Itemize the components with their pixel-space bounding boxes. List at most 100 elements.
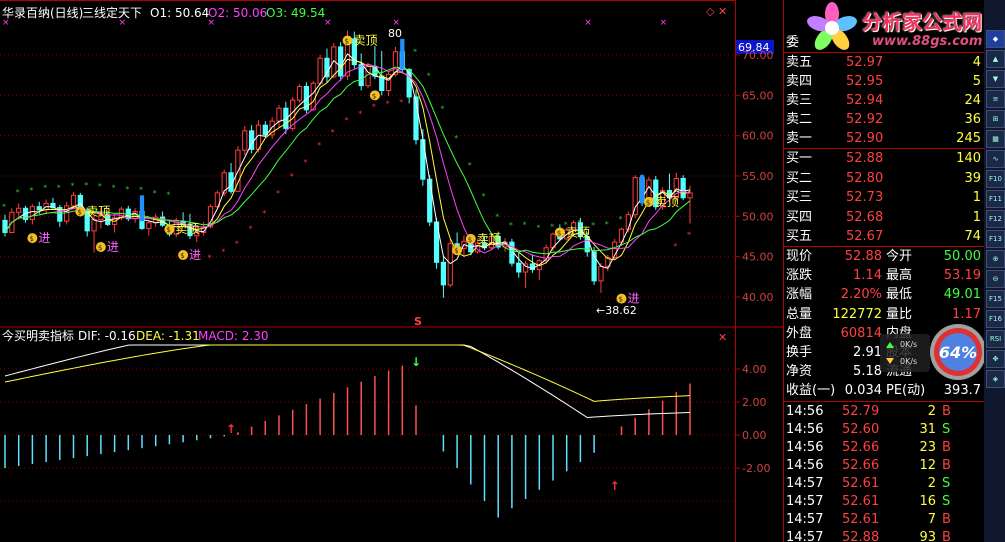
toolbar-button[interactable]: ◈ [986,370,1005,388]
tick-volume: 93 [919,530,936,542]
tick-time: 14:56 [786,422,824,437]
tick-time: 14:57 [786,512,824,527]
stat-label: 最高 [886,268,913,284]
bid-label: 买五 [786,229,813,244]
ask-row: 卖一 52.90 245 [784,130,984,148]
candle-body [242,130,248,151]
tick-row: 14:57 52.88 93 B [784,529,984,542]
ask-price: 52.95 [846,74,884,89]
download-speed: 0K/s [900,357,918,366]
tick-side: B [942,458,951,473]
tick-price: 52.88 [842,530,880,542]
net-speed-widget[interactable]: 0K/s 0K/s [880,334,930,372]
sar-dot: * [29,186,33,195]
sar-dot: * [57,184,61,193]
toolbar-button[interactable]: ▲ [986,50,1005,68]
stat-label: 净资 [786,364,813,380]
stat-value: 53.19 [943,268,981,284]
toolbar-button[interactable]: ▦ [986,130,1005,148]
stat-label: 最低 [886,287,913,303]
tick-price: 52.66 [842,440,880,455]
toolbar-button[interactable]: ∿ [986,150,1005,168]
sar-dot: * [16,188,20,197]
gauge-icon[interactable]: 64% [928,322,988,382]
stat-label: 总量 [786,306,813,322]
candle-body [317,57,323,84]
highlight-bar [139,195,145,222]
stat-value: 49.01 [943,287,981,303]
macd-value: MACD: 2.30 [198,329,269,343]
divider [784,401,984,402]
upload-speed: 0K/s [900,340,918,349]
candle-body [296,85,303,101]
stat-value: 1.14 [853,268,882,284]
toolbar-button[interactable]: ⊖ [986,270,1005,288]
candle-body [36,206,42,211]
signal-label: 卖顶 [477,232,501,246]
toolbar-button[interactable]: F15 [986,290,1005,308]
tick-row: 14:56 52.66 12 B [784,457,984,475]
candle-body [687,192,693,199]
bid-price: 52.88 [846,151,884,166]
tick-volume: 7 [927,512,936,527]
toolbar-button[interactable]: F10 [986,170,1005,188]
sar-dot: * [71,181,75,190]
toolbar-button[interactable]: ≡ [986,90,1005,108]
tick-price: 52.61 [842,512,880,527]
toolbar-button[interactable]: ▼ [986,70,1005,88]
toolbar-button[interactable]: F13 [986,230,1005,248]
toolbar-button[interactable]: ◆ [986,30,1005,48]
stock-title: 华录百纳(日线) [2,6,83,20]
tick-side: B [942,404,951,419]
axis-label: 45.00 [742,251,774,264]
o2-value: O2: 50.06 [208,6,267,20]
bid-row: 买一 52.88 140 [784,150,984,168]
sar-dot: * [495,213,499,222]
stat-value: 0.034 [844,383,882,399]
axis-label: 4.00 [742,363,767,376]
toolbar-button[interactable]: ✥ [986,350,1005,368]
money-bag-glyph: $ [166,226,170,234]
tick-row: 14:56 52.79 2 B [784,403,984,421]
tick-volume: 16 [919,494,936,509]
axis-label: 40.00 [742,291,774,304]
bid-label: 买一 [786,151,813,166]
stat-value: 52.88 [844,249,882,264]
tick-time: 14:56 [786,404,824,419]
sar-dot: * [221,248,225,257]
dif-value: DIF: -0.16 [78,329,136,343]
toolbar-button[interactable]: F12 [986,210,1005,228]
candle-body [91,219,97,232]
candle-body [447,243,453,286]
tick-time: 14:57 [786,476,824,491]
bid-volume: 140 [956,151,981,166]
ask-price: 52.97 [846,55,884,70]
toolbar-button[interactable]: ⊞ [986,110,1005,128]
sell-arrow-icon: ↓ [411,355,421,369]
tick-time: 14:56 [786,458,824,473]
stat-row: 收益(一) 0.034 PE(动) 393.7 [784,382,984,400]
bid-volume: 1 [972,209,981,225]
sar-dot: * [440,105,444,114]
ask-price: 52.92 [846,112,884,127]
money-bag-glyph: $ [646,199,650,207]
diamond-icon[interactable]: ◇ [706,5,715,18]
kline-chart[interactable]: * * * * * * * * * * * * * * * * * * * * * * * * * * * * * * * * * * * * * * * *… [0,0,736,542]
toolbar-button[interactable]: F16 [986,310,1005,328]
money-bag-glyph: $ [98,244,102,252]
toolbar-button[interactable]: RSI [986,330,1005,348]
close-icon[interactable]: ✕ [718,331,727,344]
tick-volume: 31 [919,422,936,437]
money-bag-glyph: $ [180,252,184,260]
toolbar-button[interactable]: ⊕ [986,250,1005,268]
bid-price: 52.68 [846,209,884,225]
sar-dot: * [673,242,677,251]
toolbar-button[interactable]: F11 [986,190,1005,208]
sar-dot: * [358,109,362,118]
stat-value: 393.7 [943,383,981,399]
axis-label: 65.00 [742,89,774,102]
close-icon[interactable]: ✕ [718,5,727,18]
logo-title: 分析家公式网 [862,10,982,34]
candle-body [598,265,604,282]
money-bag-glyph: $ [557,229,561,237]
